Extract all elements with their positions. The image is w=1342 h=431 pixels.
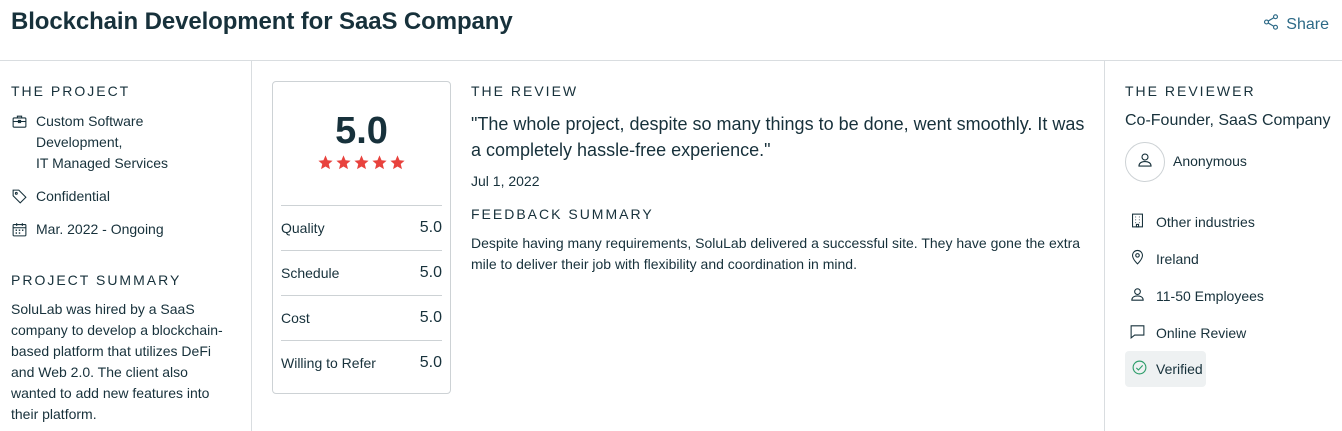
share-button[interactable]: Share — [1262, 13, 1329, 36]
chat-bubble-icon — [1129, 323, 1146, 343]
reviewer-column: THE REVIEWER Co-Founder, SaaS Company An… — [1105, 61, 1342, 431]
reviewer-name: Anonymous — [1173, 153, 1247, 169]
review-date: Jul 1, 2022 — [471, 173, 540, 189]
overall-score: 5.0 — [335, 110, 388, 152]
star-rating — [273, 154, 450, 171]
feedback-summary-label: FEEDBACK SUMMARY — [471, 206, 654, 222]
verified-badge: Verified — [1125, 351, 1206, 387]
location-value: Ireland — [1156, 250, 1199, 267]
rating-label: Willing to Refer — [281, 355, 376, 371]
reviewer-review-type: Online Review — [1129, 322, 1246, 343]
star-icon — [336, 155, 351, 170]
user-icon — [1136, 151, 1154, 174]
feedback-summary-text: Despite having many requirements, SoluLa… — [471, 235, 1081, 272]
review-section-label: THE REVIEW — [471, 83, 579, 99]
star-icon — [390, 155, 405, 170]
rating-row-cost: Cost 5.0 — [281, 295, 442, 340]
project-summary-label: PROJECT SUMMARY — [11, 272, 182, 288]
avatar — [1125, 142, 1165, 182]
project-section-label: THE PROJECT — [11, 83, 131, 99]
page-header: Blockchain Development for SaaS Company … — [0, 0, 1342, 61]
rating-value: 5.0 — [419, 264, 442, 281]
review-quote: "The whole project, despite so many thin… — [471, 114, 1085, 160]
share-label: Share — [1286, 15, 1329, 33]
dates-value: Mar. 2022 - Ongoing — [36, 221, 164, 237]
project-summary-text: SoluLab was hired by a SaaS company to d… — [11, 301, 223, 422]
rating-label: Cost — [281, 310, 310, 326]
rating-value: 5.0 — [419, 354, 442, 371]
check-circle-icon — [1131, 359, 1148, 379]
review-type-value: Online Review — [1156, 324, 1247, 341]
service-line: IT Managed Services — [36, 155, 169, 171]
star-icon — [318, 155, 333, 170]
reviewer-company-size: 11-50 Employees — [1129, 285, 1264, 306]
reviewer-section-label: THE REVIEWER — [1125, 83, 1256, 99]
industry-value: Other industries — [1156, 213, 1255, 230]
briefcase-icon — [11, 111, 28, 132]
reviewer-industry: Other industries — [1129, 211, 1255, 232]
star-icon — [372, 155, 387, 170]
building-icon — [1129, 212, 1146, 232]
reviewer-role: Co-Founder, SaaS Company — [1125, 112, 1331, 129]
project-budget: Confidential — [11, 186, 110, 207]
tag-icon — [11, 186, 28, 207]
project-services: Custom Software Development, IT Managed … — [11, 111, 168, 174]
project-column: THE PROJECT Custom Software Development,… — [0, 61, 252, 431]
service-line: Development, — [36, 134, 123, 150]
star-icon — [354, 155, 369, 170]
budget-value: Confidential — [36, 188, 110, 204]
share-icon — [1262, 13, 1280, 36]
reviewer-location: Ireland — [1129, 248, 1199, 269]
project-dates: Mar. 2022 - Ongoing — [11, 219, 164, 240]
rating-row-schedule: Schedule 5.0 — [281, 250, 442, 295]
rating-row-willing-to-refer: Willing to Refer 5.0 — [281, 340, 442, 385]
page-title: Blockchain Development for SaaS Company — [11, 8, 513, 35]
service-line: Custom Software — [36, 113, 144, 129]
user-icon — [1129, 286, 1146, 306]
review-column: 5.0 Quality 5.0 Schedule 5.0 Cost 5.0 Wi… — [252, 61, 1105, 431]
rating-row-quality: Quality 5.0 — [281, 205, 442, 250]
rating-card: 5.0 Quality 5.0 Schedule 5.0 Cost 5.0 Wi… — [272, 81, 451, 394]
location-pin-icon — [1129, 249, 1146, 269]
rating-value: 5.0 — [419, 219, 442, 236]
rating-label: Schedule — [281, 265, 340, 281]
rating-label: Quality — [281, 220, 325, 236]
company-size-value: 11-50 Employees — [1156, 287, 1264, 304]
rating-value: 5.0 — [419, 309, 442, 326]
verified-label: Verified — [1156, 361, 1203, 377]
calendar-icon — [11, 219, 28, 240]
